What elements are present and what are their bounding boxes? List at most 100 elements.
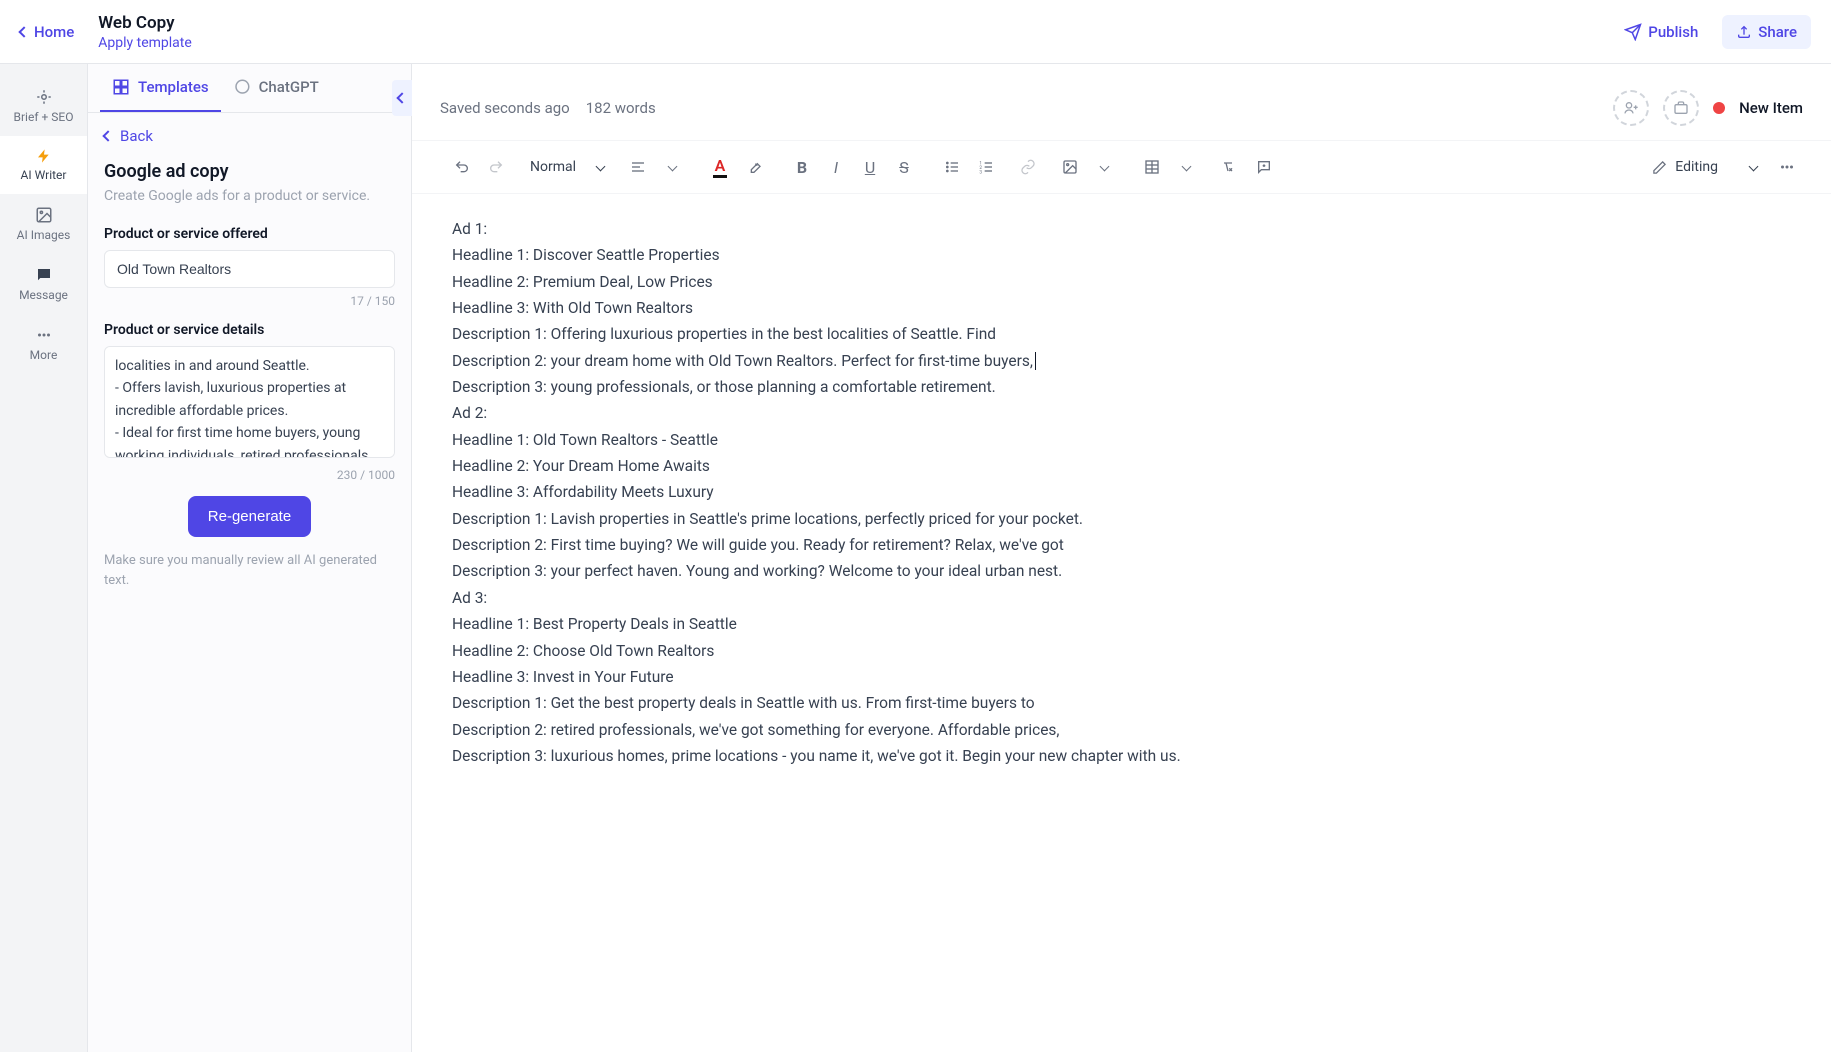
chevron-left-icon [102,130,113,141]
editor-line: Headline 1: Best Property Deals in Seatt… [452,611,1791,637]
collapse-sidebar-button[interactable] [392,80,412,116]
new-item-label[interactable]: New Item [1739,99,1803,117]
text-color-button[interactable]: A [704,151,736,183]
table-icon [1144,159,1160,175]
chevron-down-icon [1181,161,1191,171]
undo-icon [454,159,470,175]
numbered-list-icon: 123 [978,159,994,175]
templates-icon [112,78,130,96]
editing-mode-select[interactable]: Editing [1652,159,1757,175]
product-input[interactable] [104,250,395,288]
tab-templates[interactable]: Templates [100,64,221,112]
apply-template-link[interactable]: Apply template [98,35,1612,51]
rail-brief-seo[interactable]: Brief + SEO [0,76,87,136]
rail-label: More [30,348,58,362]
add-collaborator-button[interactable] [1613,90,1649,126]
comment-icon [1256,159,1272,175]
editor-line: Headline 1: Old Town Realtors - Seattle [452,427,1791,453]
chat-bubble-icon [233,78,251,96]
bold-button[interactable]: B [786,151,818,183]
word-count: 182 words [586,99,656,117]
redo-button[interactable] [480,151,512,183]
target-icon [35,88,53,106]
back-label: Back [120,127,153,145]
publish-button[interactable]: Publish [1612,15,1710,49]
chevron-left-icon [18,26,29,37]
bold-icon: B [797,158,807,177]
editor-line: Description 1: Lavish properties in Seat… [452,506,1791,532]
editor-content[interactable]: Ad 1: Headline 1: Discover Seattle Prope… [412,194,1831,791]
chevron-left-icon [396,92,407,103]
editor-line: Headline 2: Your Dream Home Awaits [452,453,1791,479]
strikethrough-button[interactable]: S [888,151,920,183]
bullet-list-button[interactable] [936,151,968,183]
image-dropdown[interactable] [1088,151,1120,183]
details-label: Product or service details [104,322,395,338]
align-dropdown[interactable] [656,151,688,183]
text-color-icon: A [713,156,728,178]
highlighter-icon [746,159,762,175]
share-label: Share [1758,23,1797,41]
send-icon [1624,23,1642,41]
more-menu-button[interactable] [1771,151,1803,183]
sidebar: Templates ChatGPT Back Google ad copy Cr… [88,64,412,1052]
rail-label: Message [19,288,68,302]
saved-status: Saved seconds ago [440,99,570,117]
editor-line: Ad 1: [452,216,1791,242]
table-button[interactable] [1136,151,1168,183]
style-label: Normal [530,159,576,175]
table-dropdown[interactable] [1170,151,1202,183]
link-button[interactable] [1012,151,1044,183]
editor-line: Description 3: your perfect haven. Young… [452,558,1791,584]
rail-ai-writer[interactable]: AI Writer [0,136,87,194]
editor-line: Description 3: young professionals, or t… [452,374,1791,400]
editor-line: Ad 2: [452,400,1791,426]
rail-ai-images[interactable]: AI Images [0,194,87,254]
editor-line: Headline 2: Premium Deal, Low Prices [452,269,1791,295]
undo-button[interactable] [446,151,478,183]
share-button[interactable]: Share [1722,15,1811,49]
disclaimer-text: Make sure you manually review all AI gen… [104,551,395,590]
chevron-down-icon [1749,161,1759,171]
underline-button[interactable]: U [854,151,886,183]
redo-icon [488,159,504,175]
briefcase-button[interactable] [1663,90,1699,126]
underline-icon: U [865,158,875,177]
italic-icon: I [834,158,838,177]
editor-line: Headline 2: Choose Old Town Realtors [452,638,1791,664]
tab-label: Templates [138,78,209,96]
title-block: Web Copy Apply template [98,13,1612,51]
app-header: Home Web Copy Apply template Publish Sha… [0,0,1831,64]
tab-label: ChatGPT [259,78,319,96]
back-link[interactable]: Back [104,127,395,145]
regenerate-button[interactable]: Re-generate [188,496,311,537]
editor-line: Description 3: luxurious homes, prime lo… [452,743,1791,769]
template-title: Google ad copy [104,161,395,182]
image-insert-button[interactable] [1054,151,1086,183]
numbered-list-button[interactable]: 123 [970,151,1002,183]
product-label: Product or service offered [104,226,395,242]
template-desc: Create Google ads for a product or servi… [104,188,395,204]
publish-label: Publish [1648,23,1698,41]
details-textarea[interactable] [104,346,395,458]
chat-icon [35,266,53,284]
rail-message[interactable]: Message [0,254,87,314]
editor-line: Description 1: Get the best property dea… [452,690,1791,716]
rail-more[interactable]: More [0,314,87,374]
tab-chatgpt[interactable]: ChatGPT [221,64,331,112]
align-button[interactable] [622,151,654,183]
page-title: Web Copy [98,13,1612,33]
editor-line: Ad 3: [452,585,1791,611]
italic-button[interactable]: I [820,151,852,183]
bullet-list-icon [944,159,960,175]
status-dot-icon [1713,102,1725,114]
left-rail: Brief + SEO AI Writer AI Images Message [0,64,88,1052]
align-left-icon [630,159,646,175]
home-button[interactable]: Home [20,23,74,41]
paragraph-style-select[interactable]: Normal [522,159,612,175]
comment-button[interactable] [1248,151,1280,183]
editor-toolbar: Normal A [412,140,1831,194]
details-counter: 230 / 1000 [104,468,395,482]
highlight-button[interactable] [738,151,770,183]
clear-formatting-button[interactable] [1212,151,1244,183]
